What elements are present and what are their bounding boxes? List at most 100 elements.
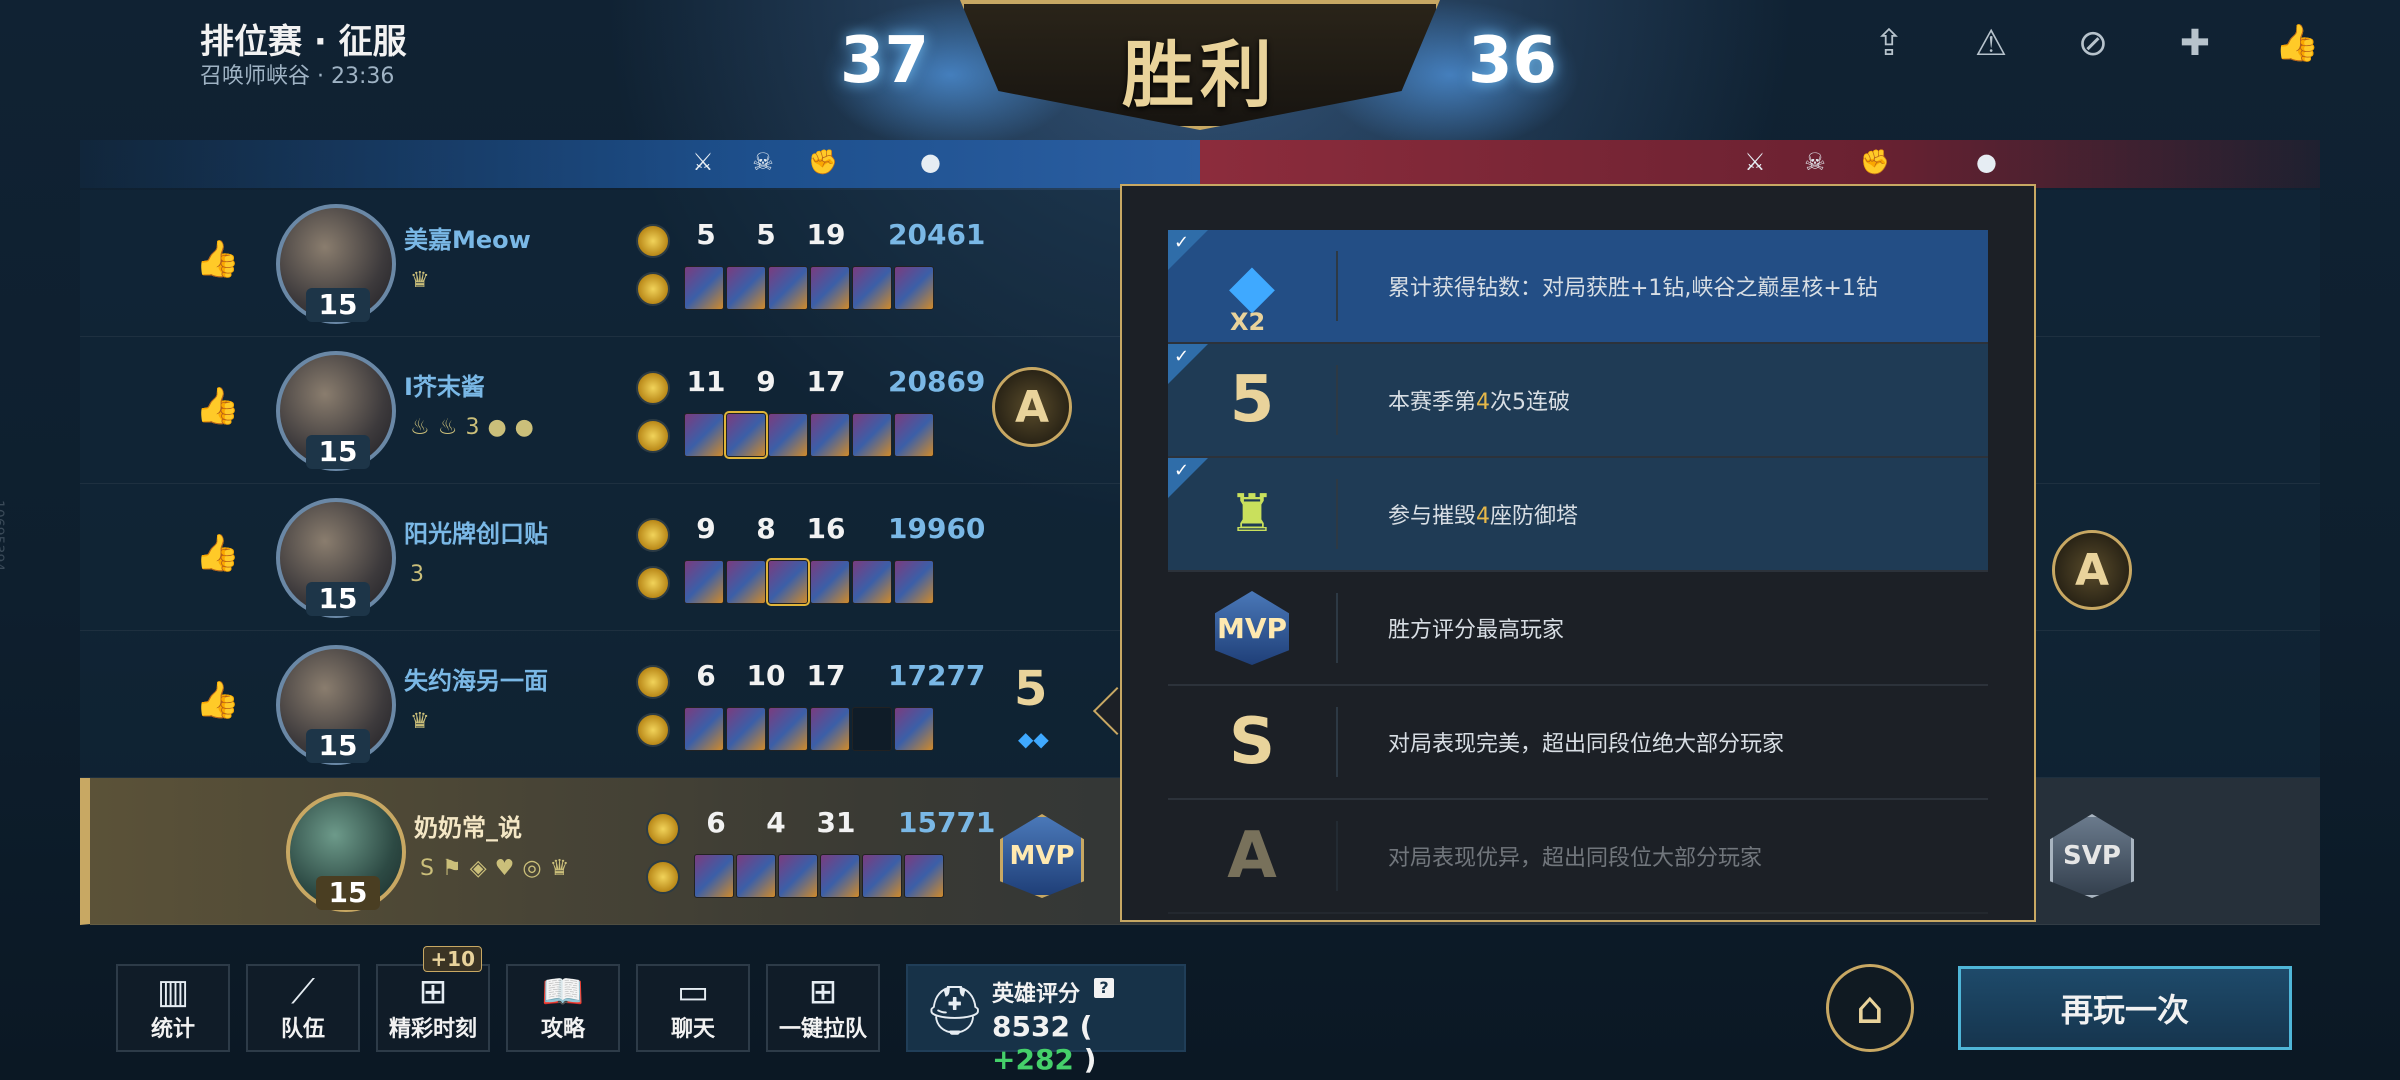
item-slot[interactable] xyxy=(820,854,860,898)
item-slot[interactable] xyxy=(778,854,818,898)
home-icon: ⌂ xyxy=(1856,982,1884,1034)
summoner-spell-icon xyxy=(636,665,670,699)
player-name[interactable]: 阳光牌创口贴 xyxy=(404,514,548,549)
player-name[interactable]: 奶奶常_说 xyxy=(414,808,522,843)
badge-icon: ♛ xyxy=(410,709,430,734)
chat-button[interactable]: ▭ 聊天 xyxy=(636,964,750,1052)
add-friend-icon[interactable]: ✚ xyxy=(2172,20,2218,66)
block-user-icon[interactable]: ⊘ xyxy=(2070,20,2116,66)
item-slot[interactable] xyxy=(904,854,944,898)
item-slot[interactable] xyxy=(894,413,934,457)
badge-icon: ● xyxy=(514,415,534,440)
gold-value: 20869 xyxy=(888,365,986,398)
check-icon: ✓ xyxy=(1174,460,1190,481)
stats-button[interactable]: ▥ 统计 xyxy=(116,964,230,1052)
guide-button[interactable]: 📖 攻略 xyxy=(506,964,620,1052)
hero-score-panel[interactable]: ⛑ 英雄评分 ? 8532 ( +282 ) xyxy=(906,964,1186,1076)
thumbs-up-icon[interactable]: 👍 xyxy=(195,385,240,427)
item-slot[interactable] xyxy=(810,413,850,457)
kills: 6 xyxy=(706,806,726,839)
item-slot[interactable] xyxy=(894,266,934,310)
gold-value: 15771 xyxy=(898,806,996,839)
item-build xyxy=(694,854,944,898)
thumbs-up-icon[interactable]: 👍 xyxy=(195,679,240,721)
help-icon[interactable]: ? xyxy=(1094,978,1114,998)
mvp-medal[interactable]: MVP xyxy=(1000,814,1084,898)
assists: 19 xyxy=(806,218,846,251)
deaths: 9 xyxy=(756,365,776,398)
home-button[interactable]: ⌂ xyxy=(1826,964,1914,1052)
guide-icon: 📖 xyxy=(541,972,585,1012)
invite-team-button[interactable]: ⊞ 一键拉队 xyxy=(766,964,880,1052)
text-highlight: 4 xyxy=(1476,504,1491,529)
player-name[interactable]: 失约海另一面 xyxy=(404,661,548,696)
report-icon[interactable]: ⚠ xyxy=(1968,20,2014,66)
item-slot[interactable] xyxy=(684,560,724,604)
badge-icon: 3 xyxy=(410,562,424,587)
item-slot[interactable] xyxy=(852,266,892,310)
thumbs-up-icon[interactable]: 👍 xyxy=(195,532,240,574)
button-label: 精彩时刻 xyxy=(388,1017,477,1042)
item-slot[interactable] xyxy=(684,707,724,751)
highlight-button[interactable]: +10 ⊞ 精彩时刻 xyxy=(376,946,490,1052)
item-slot[interactable] xyxy=(766,558,810,606)
kda: 5 5 19 xyxy=(676,218,856,251)
text-post: 次5连破 xyxy=(1490,390,1571,415)
deaths: 4 xyxy=(766,806,786,839)
summoner-spell-icon xyxy=(636,713,670,747)
achievement-text: 胜方评分最高玩家 xyxy=(1388,618,1565,643)
five-streak-medal[interactable]: 5 xyxy=(1014,661,1047,717)
like-icon[interactable]: 👍 xyxy=(2274,20,2320,66)
item-build xyxy=(684,266,934,310)
item-slot[interactable] xyxy=(726,560,766,604)
mvp-icon: MVP xyxy=(1168,591,1338,665)
item-slot[interactable] xyxy=(894,560,934,604)
item-slot[interactable] xyxy=(852,560,892,604)
thumbs-up-icon[interactable]: 👍 xyxy=(195,238,240,280)
assists-icon: ✊ xyxy=(808,148,838,176)
honor-badges: ♛ xyxy=(410,268,430,293)
red-a-rank-medal[interactable]: A xyxy=(2052,530,2132,610)
badge-icon: ♛ xyxy=(549,856,570,881)
share-icon[interactable]: ⇪ xyxy=(1866,20,1912,66)
check-icon: ✓ xyxy=(1174,232,1190,253)
item-slot[interactable] xyxy=(862,854,902,898)
summoner-spell-icon xyxy=(646,812,680,846)
item-slot[interactable] xyxy=(684,413,724,457)
honor-badges: ♨ ♨ 3 ● ● xyxy=(410,415,534,440)
hero-score-value: 8532 ( +282 ) xyxy=(992,1010,1097,1076)
item-slot[interactable] xyxy=(726,266,766,310)
item-slot[interactable] xyxy=(810,266,850,310)
item-slot[interactable] xyxy=(724,411,768,459)
item-slot[interactable] xyxy=(726,707,766,751)
highlight-icon: ⊞ xyxy=(418,972,448,1012)
multiplier: X2 xyxy=(1230,308,1266,336)
summoner-spell-icon xyxy=(636,518,670,552)
item-slot[interactable] xyxy=(894,707,934,751)
team-button[interactable]: ⟋ 队伍 xyxy=(246,964,360,1052)
item-slot[interactable] xyxy=(768,266,808,310)
play-again-button[interactable]: 再玩一次 xyxy=(1958,966,2292,1050)
item-slot[interactable] xyxy=(852,413,892,457)
item-slot[interactable] xyxy=(694,854,734,898)
achievement-item: ✓ 5 本赛季第4次5连破 xyxy=(1168,344,1988,458)
a-rank-medal[interactable]: A xyxy=(992,367,1072,447)
text-post: 座防御塔 xyxy=(1490,504,1579,529)
assists: 31 xyxy=(816,806,856,839)
item-slot[interactable] xyxy=(852,707,892,751)
player-name[interactable]: 美嘉Meow xyxy=(404,220,531,255)
item-slot[interactable] xyxy=(810,560,850,604)
player-name[interactable]: I芥末酱 xyxy=(404,367,485,402)
summoner-spell-icon xyxy=(636,224,670,258)
button-label: 队伍 xyxy=(280,1017,325,1042)
item-slot[interactable] xyxy=(810,707,850,751)
kda: 6 4 31 xyxy=(686,806,866,839)
victory-text: 胜利 xyxy=(1121,33,1278,117)
item-slot[interactable] xyxy=(768,707,808,751)
blue-score: 37 xyxy=(840,24,930,98)
item-slot[interactable] xyxy=(736,854,776,898)
item-slot[interactable] xyxy=(684,266,724,310)
item-slot[interactable] xyxy=(768,413,808,457)
invite-team-icon: ⊞ xyxy=(808,972,838,1012)
highlight-count-badge: +10 xyxy=(423,946,482,972)
